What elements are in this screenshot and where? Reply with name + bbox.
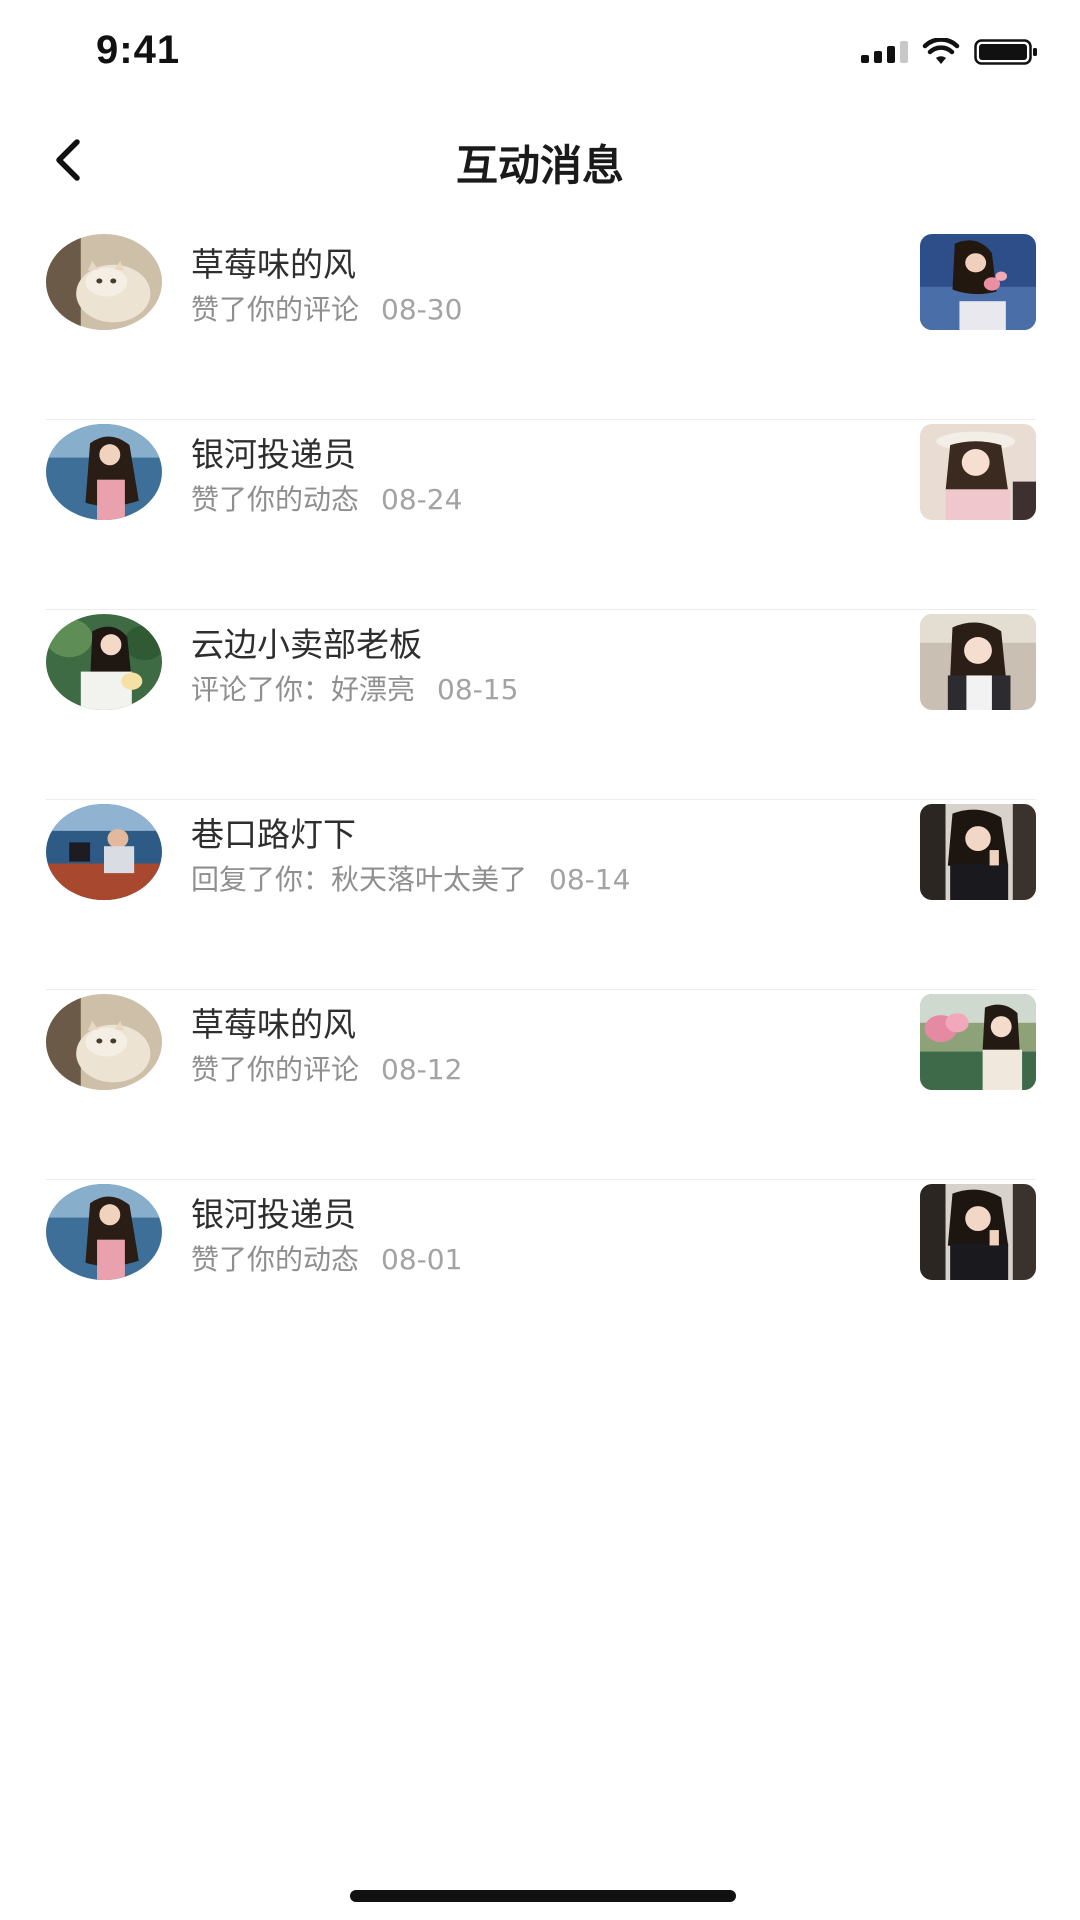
- message-list: 草莓味的风 赞了你的评论 08-30 银河投递员 赞了你的动态 08-24 云边小卖…: [46, 230, 1036, 1369]
- user-avatar[interactable]: [46, 234, 162, 330]
- message-action: 回复了你：秋天落叶太美了: [191, 863, 528, 896]
- message-action: 赞了你的动态: [191, 1243, 360, 1276]
- post-thumbnail[interactable]: [920, 614, 1036, 710]
- message-date: 08-15: [437, 673, 519, 706]
- status-time: 9:41: [96, 28, 181, 72]
- message-action: 评论了你：好漂亮: [191, 673, 416, 706]
- list-item[interactable]: 草莓味的风 赞了你的评论 08-12: [46, 990, 1036, 1180]
- list-item[interactable]: 草莓味的风 赞了你的评论 08-30: [46, 230, 1036, 420]
- user-name[interactable]: 草莓味的风: [191, 998, 356, 1046]
- message-date: 08-01: [381, 1243, 463, 1276]
- message-action: 赞了你的动态: [191, 483, 360, 516]
- cellular-signal-icon: [861, 41, 908, 63]
- user-name[interactable]: 巷口路灯下: [191, 808, 356, 856]
- message-meta: 赞了你的评论 08-12: [191, 1048, 462, 1088]
- user-avatar[interactable]: [46, 614, 162, 710]
- status-bar: 9:41: [0, 0, 1080, 110]
- post-thumbnail[interactable]: [920, 994, 1036, 1090]
- user-name[interactable]: 草莓味的风: [191, 238, 356, 286]
- message-meta: 赞了你的动态 08-24: [191, 478, 462, 518]
- user-avatar[interactable]: [46, 804, 162, 900]
- post-thumbnail[interactable]: [920, 424, 1036, 520]
- user-name[interactable]: 云边小卖部老板: [191, 618, 422, 666]
- home-indicator: [350, 1890, 736, 1902]
- user-name[interactable]: 银河投递员: [191, 428, 356, 476]
- message-date: 08-30: [381, 293, 463, 326]
- message-action: 赞了你的评论: [191, 1053, 360, 1086]
- message-meta: 回复了你：秋天落叶太美了 08-14: [191, 858, 630, 898]
- user-avatar[interactable]: [46, 424, 162, 520]
- status-icons: [861, 38, 1038, 66]
- wifi-icon: [922, 38, 960, 64]
- list-item[interactable]: 巷口路灯下 回复了你：秋天落叶太美了 08-14: [46, 800, 1036, 990]
- page-title: 互动消息: [455, 141, 624, 190]
- battery-icon: [974, 39, 1037, 65]
- user-name[interactable]: 银河投递员: [191, 1188, 356, 1236]
- nav-bar: 互动消息: [0, 110, 1080, 210]
- message-meta: 评论了你：好漂亮 08-15: [191, 668, 518, 708]
- post-thumbnail[interactable]: [920, 234, 1036, 330]
- list-item[interactable]: 银河投递员 赞了你的动态 08-24: [46, 420, 1036, 610]
- message-action: 赞了你的评论: [191, 293, 360, 326]
- message-date: 08-12: [381, 1053, 463, 1086]
- post-thumbnail[interactable]: [920, 804, 1036, 900]
- list-item[interactable]: 云边小卖部老板 评论了你：好漂亮 08-15: [46, 610, 1036, 800]
- message-meta: 赞了你的动态 08-01: [191, 1238, 462, 1278]
- message-date: 08-24: [381, 483, 463, 516]
- user-avatar[interactable]: [46, 1184, 162, 1280]
- list-item[interactable]: 银河投递员 赞了你的动态 08-01: [46, 1180, 1036, 1369]
- user-avatar[interactable]: [46, 994, 162, 1090]
- message-date: 08-14: [549, 863, 631, 896]
- post-thumbnail[interactable]: [920, 1184, 1036, 1280]
- message-meta: 赞了你的评论 08-30: [191, 288, 462, 328]
